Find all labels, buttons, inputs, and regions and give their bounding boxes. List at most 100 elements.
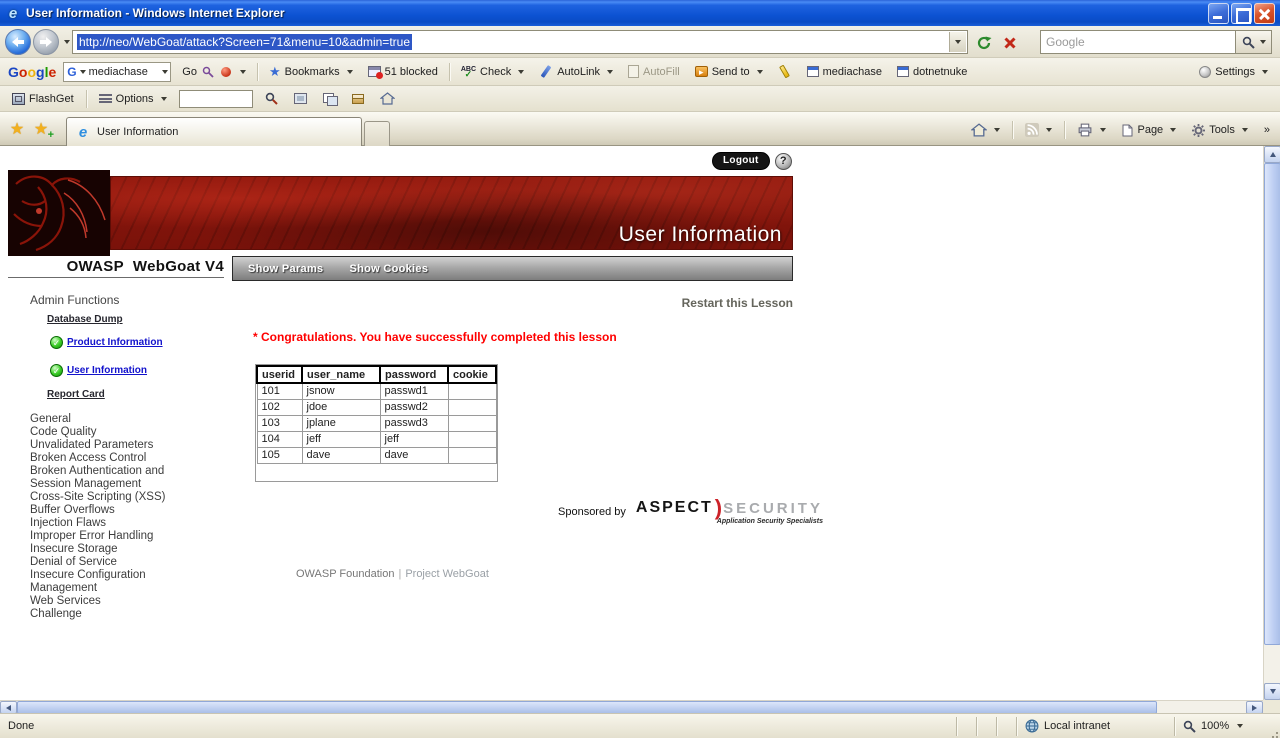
frame-tool-button[interactable]	[290, 91, 311, 106]
check-dropdown[interactable]	[518, 70, 524, 74]
command-overflow-chevron[interactable]: »	[1260, 121, 1274, 139]
print-dropdown[interactable]	[1100, 128, 1106, 132]
sidebar-category[interactable]: General	[30, 413, 182, 426]
page-dropdown[interactable]	[1170, 128, 1176, 132]
print-button[interactable]	[1073, 120, 1110, 140]
product-information-link[interactable]: Product Information	[67, 337, 163, 348]
help-button[interactable]: ?	[775, 153, 792, 170]
sidebar-category[interactable]: Unvalidated Parameters	[30, 439, 182, 452]
popup-blocker-button[interactable]: 51 blocked	[364, 64, 442, 80]
zoom-control[interactable]: 100%	[1174, 717, 1266, 736]
flashget-search-button[interactable]	[261, 90, 282, 107]
sidebar-category[interactable]: Injection Flaws	[30, 517, 182, 530]
address-dropdown-button[interactable]	[949, 32, 966, 52]
archive-tool-button[interactable]	[348, 92, 368, 106]
cell-password: dave	[380, 447, 448, 463]
vertical-scroll-thumb[interactable]	[1264, 163, 1280, 645]
flashget-button[interactable]: FlashGet	[8, 91, 78, 107]
close-button[interactable]	[1254, 3, 1275, 24]
settings-button[interactable]: Settings	[1195, 64, 1272, 80]
sidebar-category[interactable]: Challenge	[30, 608, 182, 621]
go-button[interactable]: Go	[178, 63, 250, 81]
bookmarks-dropdown[interactable]	[347, 70, 353, 74]
sidebar-category[interactable]: Broken Access Control	[30, 452, 182, 465]
sidebar-item-report-card[interactable]: Report Card	[47, 389, 105, 400]
sidebar-item-database-dump[interactable]: Database Dump	[47, 314, 123, 325]
favorites-center-button[interactable]: ★	[6, 119, 28, 140]
autolink-button[interactable]: AutoLink	[535, 63, 617, 81]
table-header-cell: cookie	[448, 366, 496, 383]
custom-button-dotnetnuke[interactable]: dotnetnuke	[893, 64, 971, 80]
options-dropdown[interactable]	[161, 97, 167, 101]
sidebar-category[interactable]: Denial of Service	[30, 556, 182, 569]
combo-mode-dropdown[interactable]	[80, 70, 86, 74]
forward-button[interactable]	[33, 29, 59, 55]
autolink-dropdown[interactable]	[607, 70, 613, 74]
feeds-button[interactable]	[1021, 120, 1056, 140]
refresh-button[interactable]	[972, 32, 996, 53]
resize-grip[interactable]	[1266, 717, 1280, 736]
sidebar-category[interactable]: Insecure Storage	[30, 543, 182, 556]
tools-dropdown[interactable]	[1242, 128, 1248, 132]
options-button[interactable]: Options	[95, 91, 171, 107]
user-information-link[interactable]: User Information	[67, 365, 147, 376]
sidebar-category[interactable]: Broken Authentication and Session Manage…	[30, 465, 182, 491]
sidebar-section-admin-functions[interactable]: Admin Functions	[30, 293, 190, 307]
page-menu-button[interactable]: Page	[1118, 121, 1180, 140]
tools-menu-button[interactable]: Tools	[1188, 121, 1252, 140]
restart-lesson-link[interactable]: Restart this Lesson	[480, 296, 793, 310]
history-dropdown[interactable]	[64, 40, 70, 44]
tab-user-information[interactable]: e User Information	[66, 117, 362, 146]
sidebar-category[interactable]: Web Services	[30, 595, 182, 608]
minimize-button[interactable]	[1208, 3, 1229, 24]
custom-button-mediachase[interactable]: mediachase	[803, 64, 886, 80]
flashget-label: FlashGet	[29, 93, 74, 105]
send-to-button[interactable]: ▸ Send to	[691, 64, 767, 80]
show-params-button[interactable]: Show Params	[248, 263, 323, 275]
sidebar-category[interactable]: Cross-Site Scripting (XSS)	[30, 491, 182, 504]
highlighter-button[interactable]	[774, 63, 796, 81]
settings-dropdown[interactable]	[1262, 70, 1268, 74]
windows-tool-button[interactable]	[319, 91, 340, 106]
send-to-dropdown[interactable]	[757, 70, 763, 74]
sidebar-category[interactable]: Code Quality	[30, 426, 182, 439]
search-go-button[interactable]	[1236, 30, 1272, 54]
maximize-button[interactable]	[1231, 3, 1252, 24]
vertical-scrollbar[interactable]	[1263, 146, 1280, 700]
sidebar-item-product-information[interactable]: ✓ Product Information	[50, 336, 190, 349]
home-tool-button[interactable]	[376, 90, 399, 107]
add-favorite-button[interactable]: ★ +	[30, 119, 52, 140]
search-site-icon	[219, 65, 233, 79]
stop-button[interactable]	[998, 32, 1022, 53]
back-button[interactable]	[5, 29, 31, 55]
scroll-up-button[interactable]	[1264, 146, 1280, 163]
google-logo[interactable]: Google	[8, 64, 56, 80]
cell-cookie	[448, 383, 496, 399]
home-button[interactable]	[967, 120, 1004, 140]
sidebar-item-user-information[interactable]: ✓ User Information	[50, 364, 190, 377]
horizontal-scrollbar[interactable]	[0, 700, 1263, 713]
new-tab-stub[interactable]	[364, 121, 390, 146]
popup-blocked-icon	[368, 66, 381, 77]
sidebar-category[interactable]: Buffer Overflows	[30, 504, 182, 517]
toolbar-separator	[86, 90, 87, 108]
zoom-dropdown[interactable]	[1237, 724, 1243, 728]
sidebar-category[interactable]: Improper Error Handling	[30, 530, 182, 543]
show-cookies-button[interactable]: Show Cookies	[349, 263, 428, 275]
search-input[interactable]: Google	[1040, 30, 1236, 54]
feeds-dropdown[interactable]	[1046, 128, 1052, 132]
logout-button[interactable]: Logout	[712, 152, 770, 170]
bookmarks-button[interactable]: ★ Bookmarks	[265, 63, 357, 80]
go-dropdown[interactable]	[240, 70, 246, 74]
spellcheck-button[interactable]: ABC✓ Check	[457, 64, 528, 80]
printer-icon	[1077, 123, 1093, 137]
flashget-search-input[interactable]	[179, 90, 253, 108]
scroll-down-button[interactable]	[1264, 683, 1280, 700]
home-dropdown[interactable]	[994, 128, 1000, 132]
sidebar-category[interactable]: Insecure Configuration Management	[30, 569, 182, 595]
autofill-button[interactable]: AutoFill	[624, 63, 684, 80]
address-input[interactable]: http://neo/WebGoat/attack?Screen=71&menu…	[72, 30, 968, 54]
combo-history-dropdown[interactable]	[162, 70, 168, 74]
google-search-combo[interactable]: G mediachase	[63, 62, 171, 82]
home-icon	[971, 123, 987, 137]
